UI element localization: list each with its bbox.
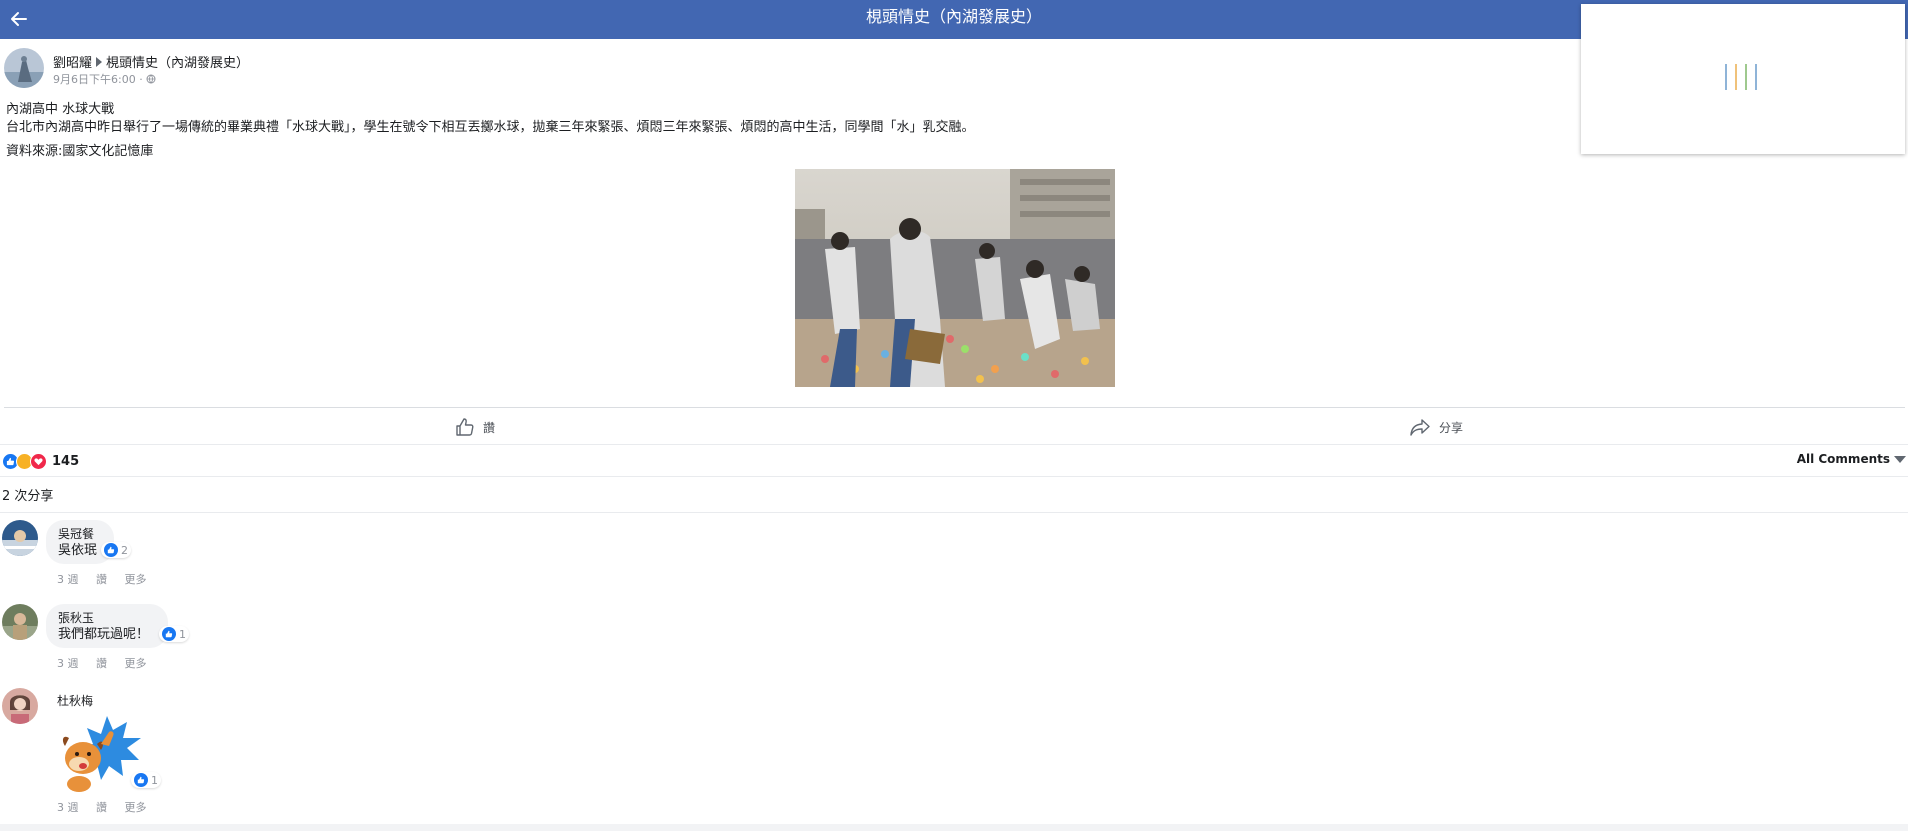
post-source: 資料來源:國家文化記憶庫 bbox=[6, 144, 154, 159]
share-label: 分享 bbox=[1439, 420, 1464, 435]
comment-more-link[interactable]: 更多 bbox=[125, 573, 147, 586]
like-icon bbox=[104, 543, 118, 557]
comment-filter-label: All Comments bbox=[1796, 452, 1890, 466]
bottom-strip bbox=[0, 824, 1908, 831]
comment-meta: 3 週 讚 更多 bbox=[57, 655, 161, 671]
commenter-name[interactable]: 吳冠餐 bbox=[58, 526, 104, 542]
author-line: 劉昭耀 梘頭情史（內湖發展史） bbox=[53, 52, 249, 71]
loading-spinner-icon bbox=[1725, 64, 1765, 90]
author-name[interactable]: 劉昭耀 bbox=[53, 56, 92, 71]
caret-down-icon bbox=[1894, 455, 1906, 463]
post-text-line: 台北市內湖高中昨日舉行了一場傳統的畢業典禮「水球大戰」，學生在號令下相互丟擲水球… bbox=[6, 120, 975, 135]
arrow-right-icon bbox=[96, 57, 103, 67]
globe-icon bbox=[146, 74, 156, 84]
like-icon bbox=[134, 773, 148, 787]
divider bbox=[0, 512, 1908, 513]
comment-meta: 3 週 讚 更多 bbox=[57, 799, 161, 815]
commenter-avatar[interactable] bbox=[2, 688, 38, 724]
post-time-link[interactable]: 9月6日下午6:00 · bbox=[53, 73, 143, 86]
comment-text: 吳依珉 bbox=[58, 543, 98, 558]
comment-more-link[interactable]: 更多 bbox=[125, 801, 147, 814]
comment-like-count: 1 bbox=[179, 627, 186, 641]
comment-like-count: 2 bbox=[121, 543, 128, 557]
love-icon bbox=[30, 452, 47, 470]
reactions-summary[interactable]: 145 bbox=[2, 452, 79, 470]
comment-like-link[interactable]: 讚 bbox=[96, 801, 107, 814]
share-button[interactable]: 分享 bbox=[1409, 416, 1463, 438]
comment-time: 3 週 bbox=[57, 801, 79, 814]
comment-meta: 3 週 讚 更多 bbox=[57, 571, 161, 587]
like-label: 讚 bbox=[483, 420, 496, 435]
commenter-name[interactable]: 杜秋梅 bbox=[57, 693, 93, 709]
post-body: 內湖高中 水球大戰 台北市內湖高中昨日舉行了一場傳統的畢業典禮「水球大戰」，學生… bbox=[6, 101, 975, 161]
comment-bubble: 吳冠餐 吳依珉 bbox=[46, 520, 114, 564]
like-icon bbox=[162, 627, 176, 641]
comment-like-link[interactable]: 讚 bbox=[96, 657, 107, 670]
share-count[interactable]: 2 次分享 bbox=[2, 485, 53, 504]
comment-like-badge[interactable]: 1 bbox=[131, 772, 161, 788]
divider bbox=[0, 476, 1908, 477]
thumbs-up-icon bbox=[456, 418, 474, 436]
comment-like-count: 1 bbox=[151, 773, 158, 787]
post-text-line: 內湖高中 水球大戰 bbox=[6, 102, 115, 117]
comment-filter-dropdown[interactable]: All Comments bbox=[1797, 452, 1906, 466]
post-photo[interactable] bbox=[795, 169, 1115, 387]
reaction-count: 145 bbox=[52, 453, 80, 469]
comment-like-badge[interactable]: 1 bbox=[159, 626, 189, 642]
commenter-name[interactable]: 張秋玉 bbox=[58, 610, 158, 626]
comment-time: 3 週 bbox=[57, 657, 79, 670]
comment-bubble: 張秋玉 我們都玩過呢！ bbox=[46, 604, 168, 648]
comment-like-link[interactable]: 讚 bbox=[96, 573, 107, 586]
group-name[interactable]: 梘頭情史（內湖發展史） bbox=[106, 56, 249, 71]
loading-popup bbox=[1581, 4, 1905, 154]
commenter-avatar[interactable] bbox=[2, 604, 38, 640]
like-button[interactable]: 讚 bbox=[455, 416, 495, 438]
author-avatar[interactable] bbox=[4, 48, 44, 88]
comment-text: 我們都玩過呢！ bbox=[58, 627, 150, 642]
action-bar: 讚 分享 bbox=[4, 407, 1905, 444]
post-timestamp: 9月6日下午6:00 · bbox=[53, 71, 156, 87]
comment-like-badge[interactable]: 2 bbox=[101, 542, 131, 558]
share-arrow-icon bbox=[1410, 419, 1430, 436]
comment-time: 3 週 bbox=[57, 573, 79, 586]
commenter-avatar[interactable] bbox=[2, 520, 38, 556]
comment-more-link[interactable]: 更多 bbox=[125, 657, 147, 670]
divider bbox=[0, 444, 1908, 445]
